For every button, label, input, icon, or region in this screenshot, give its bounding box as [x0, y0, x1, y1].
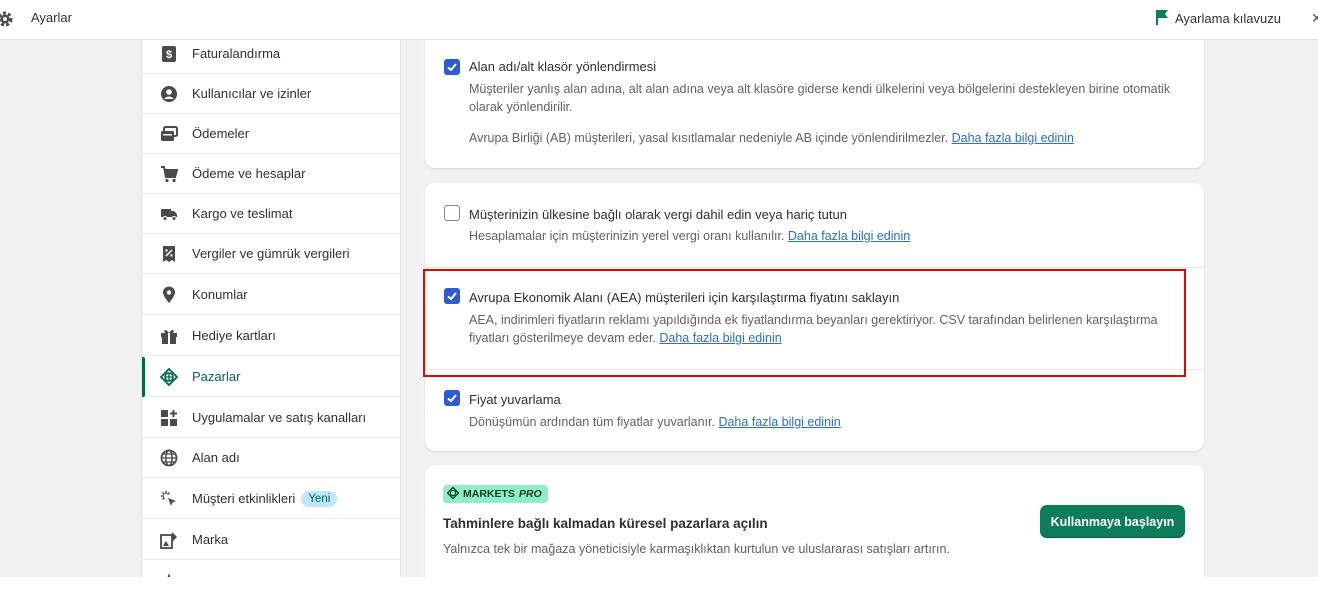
sidebar-item-label: Ödemeler: [192, 126, 250, 141]
eea-compare-price-title: Avrupa Ekonomik Alanı (AEA) müşterileri …: [469, 290, 900, 305]
divider: [425, 267, 1204, 268]
billing-icon: $: [159, 44, 179, 64]
tax-by-country-title: Müşterinizin ülkesine bağlı olarak vergi…: [469, 207, 847, 222]
sidebar-item-label: Ödeme ve hesaplar: [192, 166, 306, 181]
markets-pro-card: MARKETS PRO Tahminlere bağlı kalmadan kü…: [425, 465, 1204, 577]
cursor-click-icon: [159, 489, 179, 509]
tax-by-country-description: Hesaplamalar için müşterinizin yerel ver…: [469, 229, 911, 243]
settings-content: $ Faturalandırma Kullanıcılar ve izinler…: [0, 40, 1318, 577]
globe-icon: [159, 367, 179, 387]
sidebar-item-billing[interactable]: $ Faturalandırma: [142, 40, 400, 74]
sidebar-item-brand[interactable]: Marka: [142, 520, 400, 560]
domain-icon: [159, 448, 179, 468]
tax-by-country-checkbox[interactable]: [444, 205, 460, 221]
svg-text:$: $: [166, 49, 172, 61]
setup-guide-button[interactable]: Ayarlama kılavuzu: [1155, 8, 1281, 28]
price-rounding-checkbox[interactable]: [444, 390, 460, 406]
domain-redirect-checkbox[interactable]: [444, 59, 460, 75]
user-icon: [159, 84, 179, 104]
truck-icon: [159, 204, 179, 224]
learn-more-link[interactable]: Daha fazla bilgi edinin: [659, 331, 781, 345]
sidebar-item-apps[interactable]: Uygulamalar ve satış kanalları: [142, 398, 400, 438]
markets-pro-description: Yalnızca tek bir mağaza yöneticisiyle ka…: [443, 542, 950, 556]
brand-icon: [159, 530, 179, 550]
setup-guide-label: Ayarlama kılavuzu: [1175, 10, 1281, 26]
sidebar-item-shipping[interactable]: Kargo ve teslimat: [142, 194, 400, 234]
sidebar-item-customer-events[interactable]: Müşteri etkinlikleri Yeni: [142, 479, 400, 519]
divider: [425, 369, 1204, 370]
sidebar-item-label: Uygulamalar ve satış kanalları: [192, 410, 367, 425]
markets-pro-badge: MARKETS PRO: [443, 485, 548, 503]
eu-redirect-note: Avrupa Birliği (AB) müşterileri, yasal k…: [469, 131, 1074, 145]
sidebar-item-taxes[interactable]: Vergiler ve gümrük vergileri: [142, 234, 400, 274]
location-icon: [159, 285, 179, 305]
flag-icon: [1155, 9, 1169, 28]
sidebar-item-label: Faturalandırma: [192, 46, 281, 61]
sidebar-item-label: Marka: [192, 532, 229, 547]
sidebar-item-users[interactable]: Kullanıcılar ve izinler: [142, 74, 400, 114]
eea-compare-price-checkbox[interactable]: [444, 288, 460, 304]
get-started-button[interactable]: Kullanmaya başlayın: [1040, 505, 1185, 538]
sidebar-item-more[interactable]: [142, 561, 400, 577]
sidebar-item-locations[interactable]: Konumlar: [142, 275, 400, 315]
close-icon[interactable]: ✕: [1311, 10, 1318, 27]
learn-more-link[interactable]: Daha fazla bilgi edinin: [788, 229, 910, 243]
sidebar-item-label: Kullanıcılar ve izinler: [192, 86, 312, 101]
tax-icon: [159, 244, 179, 264]
sidebar-item-domains[interactable]: Alan adı: [142, 438, 400, 478]
sidebar-item-label: Vergiler ve gümrük vergileri: [192, 246, 350, 261]
domain-redirect-description: Müşteriler yanlış alan adına, alt alan a…: [469, 82, 1171, 114]
eea-compare-price-description: AEA, indirimleri fiyatların reklamı yapı…: [469, 313, 1158, 345]
page-title: Ayarlar: [31, 10, 72, 25]
globe-icon: [446, 486, 460, 502]
gift-icon: [159, 326, 179, 346]
sidebar-item-label: Müşteri etkinlikleri: [192, 491, 296, 506]
sidebar-item-markets[interactable]: Pazarlar: [142, 357, 400, 397]
domain-redirect-card: Alan adı/alt klasör yönlendirmesi Müşter…: [425, 40, 1204, 168]
sidebar-item-payments[interactable]: Ödemeler: [142, 114, 400, 154]
price-rounding-description: Dönüşümün ardından tüm fiyatlar yuvarlan…: [469, 415, 841, 429]
price-rounding-title: Fiyat yuvarlama: [469, 392, 561, 407]
sidebar-item-label: Alan adı: [192, 450, 240, 465]
gear-icon: [0, 8, 16, 30]
apps-icon: [159, 408, 179, 428]
pricing-options-card: Müşterinizin ülkesine bağlı olarak vergi…: [425, 183, 1204, 451]
learn-more-link[interactable]: Daha fazla bilgi edinin: [952, 131, 1074, 145]
settings-sidebar: $ Faturalandırma Kullanıcılar ve izinler…: [141, 40, 401, 577]
sidebar-item-gift-cards[interactable]: Hediye kartları: [142, 316, 400, 356]
new-badge: Yeni: [301, 490, 338, 507]
payments-icon: [159, 124, 179, 144]
cart-icon: [159, 164, 179, 184]
bottom-strip: [0, 577, 1318, 589]
sidebar-item-label: Kargo ve teslimat: [192, 206, 293, 221]
markets-pro-title: Tahminlere bağlı kalmadan küresel pazarl…: [443, 516, 768, 531]
learn-more-link[interactable]: Daha fazla bilgi edinin: [718, 415, 840, 429]
domain-redirect-title: Alan adı/alt klasör yönlendirmesi: [469, 59, 657, 74]
sidebar-item-checkout[interactable]: Ödeme ve hesaplar: [142, 154, 400, 194]
sidebar-item-label: Pazarlar: [192, 369, 241, 384]
sidebar-item-label: Konumlar: [192, 287, 248, 302]
top-bar: Ayarlar Ayarlama kılavuzu ✕: [0, 0, 1318, 40]
sidebar-item-label: Hediye kartları: [192, 328, 276, 343]
